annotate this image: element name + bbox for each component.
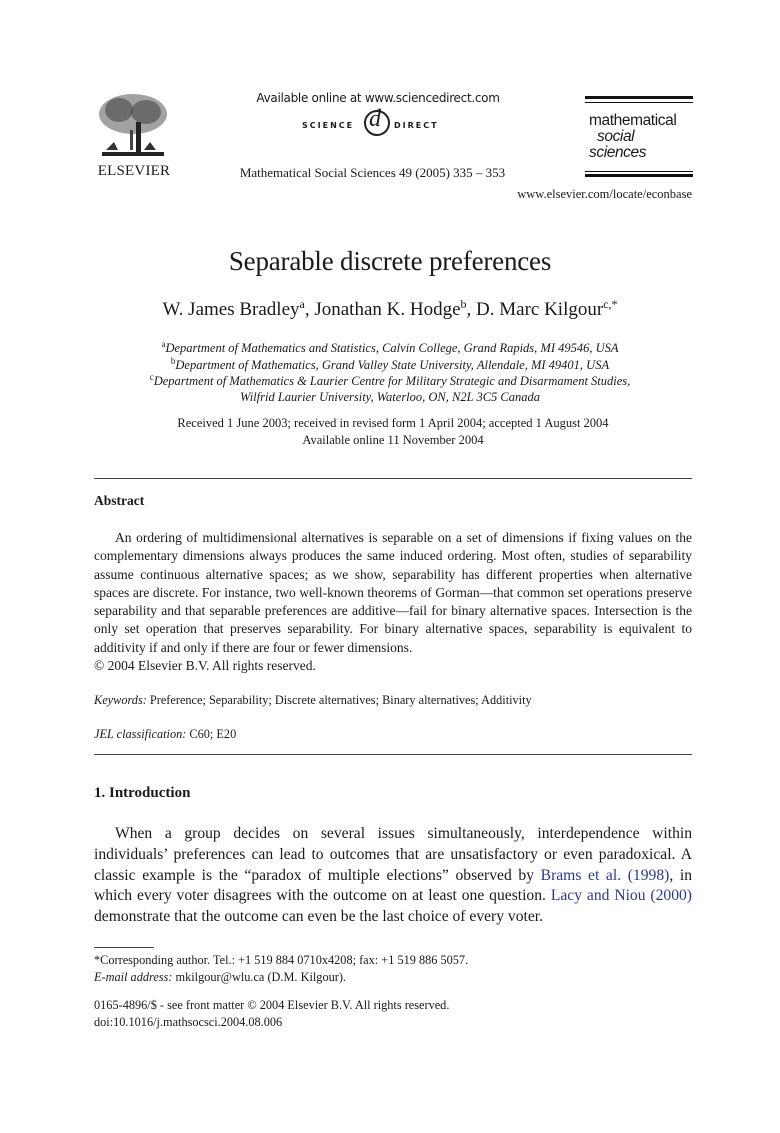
- issn-line: 0165-4896/$ - see front matter © 2004 El…: [94, 998, 450, 1012]
- citation-link[interactable]: Lacy and Niou (2000): [551, 887, 692, 904]
- affiliation-c-cont: Wilfrid Laurier University, Waterloo, ON…: [0, 390, 780, 405]
- author-separator: ,: [304, 299, 315, 320]
- affiliation-text: Wilfrid Laurier University, Waterloo, ON…: [239, 390, 541, 404]
- jel-classification: JEL classification: C60; E20: [94, 727, 236, 742]
- abstract-copyright: © 2004 Elsevier B.V. All rights reserved…: [94, 658, 316, 674]
- article-title: Separable discrete preferences: [228, 246, 552, 276]
- text-run: demonstrate that the outcome can even be…: [94, 908, 544, 926]
- sd-logo-at: d: [369, 106, 381, 132]
- journal-logo: mathematical social sciences: [585, 92, 693, 184]
- email-value[interactable]: mkilgour@wlu.ca (D.M. Kilgour).: [172, 970, 347, 984]
- affiliation-text: Department of Mathematics and Statistics…: [165, 341, 619, 355]
- available-online-date: Available online 11 November 2004: [302, 433, 484, 447]
- journal-logo-line2: social: [597, 128, 635, 145]
- sciencedirect-available-text[interactable]: Available online at www.sciencedirect.co…: [240, 91, 516, 105]
- jel-label: JEL classification:: [94, 727, 187, 741]
- affiliation-text: Department of Mathematics, Grand Valley …: [175, 358, 610, 372]
- received-dates: Received 1 June 2003; received in revise…: [177, 416, 609, 430]
- author-separator: ,: [466, 299, 477, 320]
- sd-logo-left: SCIENCE: [302, 121, 355, 130]
- keywords-value: Preference; Separability; Discrete alter…: [149, 693, 532, 707]
- doi-line[interactable]: doi:10.1016/j.mathsocsci.2004.08.006: [94, 1015, 282, 1030]
- citation-link[interactable]: Brams et al. (1998): [541, 867, 670, 884]
- logo-rule-bottom-thin: [585, 171, 693, 172]
- keywords: Keywords: Preference; Separability; Disc…: [94, 693, 532, 708]
- introduction-paragraph: When a group decides on several issues s…: [94, 824, 692, 928]
- affil-mark: c,*: [603, 297, 618, 311]
- affiliation-a: aDepartment of Mathematics and Statistic…: [0, 340, 780, 356]
- author-name[interactable]: Jonathan K. Hodge: [314, 299, 460, 320]
- sd-logo-right: DIRECT: [394, 121, 439, 130]
- divider: [94, 478, 692, 479]
- logo-rule-top: [585, 96, 693, 99]
- logo-rule-bottom: [585, 174, 693, 177]
- email-label: E-mail address:: [94, 970, 173, 984]
- email-footnote: E-mail address: mkilgour@wlu.ca (D.M. Ki…: [94, 970, 346, 985]
- section-heading: 1. Introduction: [94, 785, 191, 801]
- author-name[interactable]: D. Marc Kilgour: [476, 299, 603, 320]
- abstract-body: An ordering of multidimensional alternat…: [94, 529, 692, 675]
- introduction-body: When a group decides on several issues s…: [94, 824, 692, 928]
- abstract-paragraph: An ordering of multidimensional alternat…: [94, 530, 692, 655]
- author-list: W. James Bradleya, Jonathan K. Hodgeb, D…: [0, 297, 780, 321]
- jel-value: C60; E20: [189, 727, 237, 741]
- logo-rule-top-thin: [585, 102, 693, 103]
- divider: [94, 754, 692, 755]
- author-name[interactable]: W. James Bradley: [162, 299, 299, 320]
- journal-reference: Mathematical Social Sciences 49 (2005) 3…: [239, 165, 506, 180]
- footnote-divider: [94, 947, 154, 948]
- affiliation-c: cDepartment of Mathematics & Laurier Cen…: [0, 373, 780, 389]
- journal-logo-line1: mathematical: [589, 112, 677, 129]
- corresponding-author-footnote: *Corresponding author. Tel.: +1 519 884 …: [94, 953, 469, 967]
- publisher-name: ELSEVIER: [97, 163, 171, 179]
- journal-logo-line3: sciences: [589, 144, 647, 161]
- affiliation-b: bDepartment of Mathematics, Grand Valley…: [0, 357, 780, 373]
- abstract-heading: Abstract: [94, 493, 145, 508]
- sciencedirect-logo[interactable]: SCIENCE d DIRECT: [290, 106, 470, 144]
- journal-url[interactable]: www.elsevier.com/locate/econbase: [517, 187, 692, 202]
- keywords-label: Keywords:: [94, 693, 147, 707]
- tree-icon: [99, 94, 167, 156]
- affiliation-text: Department of Mathematics & Laurier Cent…: [153, 374, 631, 388]
